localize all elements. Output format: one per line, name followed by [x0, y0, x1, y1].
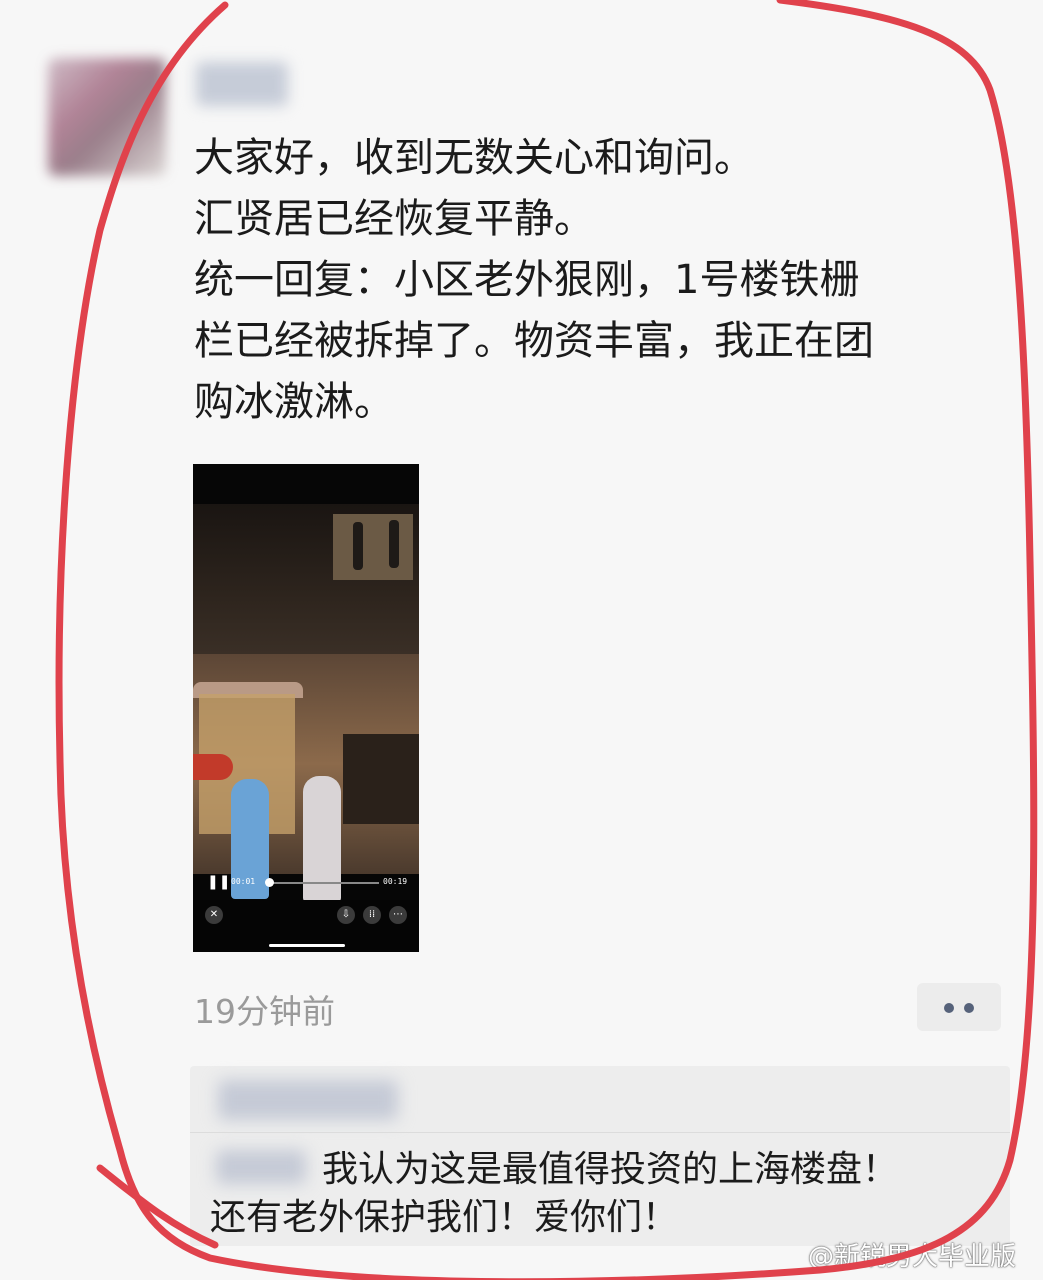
pause-icon[interactable]: ❚❚ — [207, 874, 230, 890]
video-frame-figure — [353, 522, 363, 570]
download-icon[interactable]: ⇩ — [337, 906, 355, 924]
post-text: 大家好，收到无数关心和询问。 汇贤居已经恢复平静。 统一回复：小区老外狠刚，1号… — [194, 135, 874, 425]
comment-text: 我认为这是最值得投资的上海楼盘！ 还有老外保护我们！爱你们！ — [210, 1149, 899, 1238]
video-duration: 00:19 — [383, 877, 408, 886]
comment-section: 我认为这是最值得投资的上海楼盘！ 还有老外保护我们！爱你们！ — [190, 1066, 1010, 1246]
video-player[interactable]: ❚❚ 00:01 00:19 ✕ ⇩ ⁞⁞ ⋯ — [193, 464, 419, 952]
dot-icon — [964, 1003, 974, 1013]
video-frame-window — [333, 514, 413, 580]
video-progress-knob[interactable] — [265, 878, 274, 887]
grid-icon[interactable]: ⁞⁞ — [363, 906, 381, 924]
username-blurred[interactable] — [196, 62, 288, 106]
close-icon[interactable]: ✕ — [205, 906, 223, 924]
video-home-indicator — [269, 944, 345, 947]
comment-divider — [190, 1132, 1010, 1133]
video-current-time: 00:01 — [231, 877, 256, 886]
avatar[interactable] — [48, 58, 166, 176]
dot-icon — [944, 1003, 954, 1013]
post-timestamp: 19分钟前 — [194, 992, 335, 1031]
watermark: @新锐男大毕业版 — [808, 1242, 1017, 1272]
video-frame-red-umbrella — [193, 754, 233, 780]
more-icon[interactable]: ⋯ — [389, 906, 407, 924]
video-progress-track[interactable] — [267, 882, 379, 884]
video-frame-figure — [389, 520, 399, 568]
likes-blurred — [218, 1080, 398, 1120]
video-frame-shadow — [343, 734, 419, 824]
more-actions-button[interactable] — [917, 983, 1001, 1031]
